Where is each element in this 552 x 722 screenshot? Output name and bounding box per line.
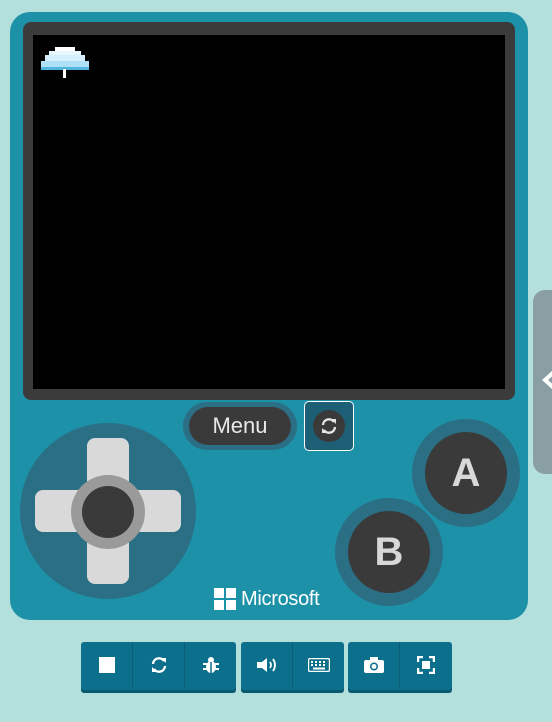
screenshot-icon xyxy=(363,657,384,673)
debug-icon xyxy=(202,657,219,673)
chevron-left-icon xyxy=(542,371,552,389)
restart-button[interactable] xyxy=(133,642,185,688)
dpad-center xyxy=(82,486,134,538)
keyboard-button[interactable] xyxy=(293,642,344,688)
toolbar-group-simulation xyxy=(81,642,236,690)
brand: Microsoft xyxy=(214,586,320,612)
game-screen[interactable] xyxy=(33,35,505,389)
keyboard-icon xyxy=(307,658,330,672)
menu-button[interactable]: Menu xyxy=(189,407,291,445)
reset-button-face xyxy=(313,410,345,442)
side-panel-toggle[interactable] xyxy=(533,290,552,474)
debug-button[interactable] xyxy=(185,642,236,688)
stop-icon xyxy=(98,657,115,673)
mute-button[interactable] xyxy=(241,642,293,688)
umbrella-sprite xyxy=(41,47,89,78)
b-button[interactable]: B xyxy=(348,511,430,593)
screenshot-button[interactable] xyxy=(348,642,400,688)
reset-button[interactable] xyxy=(304,401,354,451)
refresh-icon xyxy=(321,418,337,434)
toolbar-group-view xyxy=(348,642,452,690)
screen-bezel xyxy=(23,22,515,400)
stop-button[interactable] xyxy=(81,642,133,688)
brand-label: Microsoft xyxy=(241,587,320,610)
microsoft-logo-icon xyxy=(214,588,236,610)
toolbar-group-audio xyxy=(241,642,344,690)
fullscreen-button[interactable] xyxy=(400,642,451,688)
a-button[interactable]: A xyxy=(425,432,507,514)
restart-icon xyxy=(151,657,166,673)
mute-icon xyxy=(256,658,276,672)
fullscreen-icon xyxy=(416,656,435,674)
